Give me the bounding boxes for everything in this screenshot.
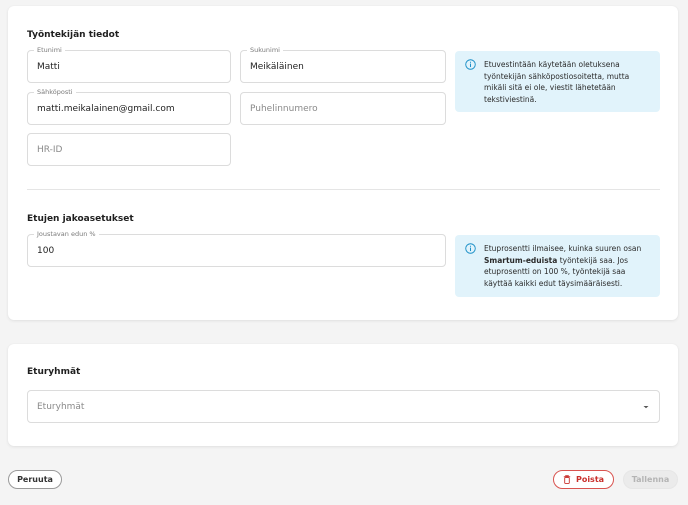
delete-button[interactable]: Poista [553,470,614,489]
benefit-info-text-before: Etuprosentti ilmaisee, kuinka suuren osa… [484,244,642,253]
save-button[interactable]: Tallenna [623,470,678,489]
phone-placeholder: Puhelinnumero [250,104,318,114]
benefit-groups-card: Eturyhmät Eturyhmät [8,344,678,446]
info-circle-icon [465,243,476,254]
cancel-button-label: Peruuta [17,475,53,484]
benefit-percent-value: 100 [37,246,55,256]
benefit-groups-select[interactable]: Eturyhmät [27,390,660,423]
benefit-info-text-bold: Smartum-eduista [484,255,558,265]
hr-id-placeholder: HR-ID [37,145,63,155]
hr-id-field[interactable]: HR-ID [27,133,231,166]
info-circle-icon [465,59,476,70]
first-name-value: Matti [37,62,60,72]
email-field[interactable]: Sähköposti matti.meikalainen@gmail.com [27,88,231,125]
trash-icon [563,475,571,484]
benefit-section-title: Etujen jakoasetukset [27,214,134,224]
delete-button-label: Poista [575,475,605,484]
phone-field[interactable]: Puhelinnumero [240,92,446,125]
cancel-button[interactable]: Peruuta [8,470,62,489]
first-name-label: Etunimi [34,46,65,55]
benefit-percent-label: Joustavan edun % [34,230,99,239]
last-name-field[interactable]: Sukunimi Meikäläinen [240,46,446,83]
save-button-label: Tallenna [631,475,670,484]
section-divider [27,189,660,190]
email-info-box: Etuvestintään käytetään oletuksena työnt… [455,51,660,112]
email-info-text: Etuvestintään käytetään oletuksena työnt… [484,60,630,104]
last-name-label: Sukunimi [247,46,283,55]
first-name-field[interactable]: Etunimi Matti [27,46,231,83]
employee-section-title: Työntekijän tiedot [27,30,120,40]
employee-details-card: Työntekijän tiedot Etunimi Matti Sukunim… [8,6,678,320]
groups-section-title: Eturyhmät [27,367,81,377]
benefit-info-box: Etuprosentti ilmaisee, kuinka suuren osa… [455,235,660,297]
benefit-percent-field[interactable]: Joustavan edun % 100 [27,230,446,267]
chevron-down-icon[interactable] [642,404,650,410]
last-name-value: Meikäläinen [250,62,304,72]
benefit-groups-placeholder: Eturyhmät [37,402,85,412]
email-label: Sähköposti [34,88,76,97]
email-value: matti.meikalainen@gmail.com [37,104,175,114]
